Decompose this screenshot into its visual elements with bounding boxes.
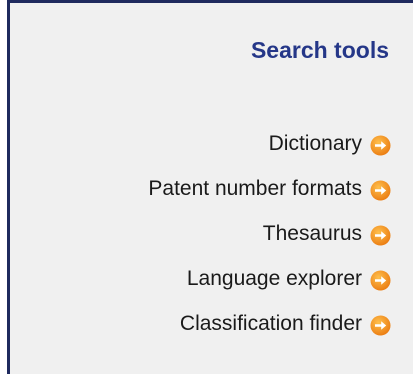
search-tools-panel: Search tools Dictionary Patent number fo… — [7, 0, 413, 374]
tool-label[interactable]: Patent number formats — [148, 177, 362, 201]
tool-link-language-explorer[interactable]: Language explorer — [148, 256, 391, 301]
tool-link-thesaurus[interactable]: Thesaurus — [148, 211, 391, 256]
tool-link-patent-number-formats[interactable]: Patent number formats — [148, 166, 391, 211]
tool-label[interactable]: Classification finder — [180, 312, 362, 336]
tool-label[interactable]: Dictionary — [269, 132, 362, 156]
arrow-right-circle-icon[interactable] — [370, 315, 391, 336]
arrow-right-circle-icon[interactable] — [370, 225, 391, 246]
arrow-right-circle-icon[interactable] — [370, 135, 391, 156]
arrow-right-circle-icon[interactable] — [370, 270, 391, 291]
tool-label[interactable]: Thesaurus — [263, 222, 362, 246]
search-tools-list: Dictionary Patent number formats Thesaur… — [148, 121, 391, 346]
tool-label[interactable]: Language explorer — [187, 267, 362, 291]
tool-link-classification-finder[interactable]: Classification finder — [148, 301, 391, 346]
arrow-right-circle-icon[interactable] — [370, 180, 391, 201]
tool-link-dictionary[interactable]: Dictionary — [148, 121, 391, 166]
panel-title: Search tools — [250, 37, 389, 63]
